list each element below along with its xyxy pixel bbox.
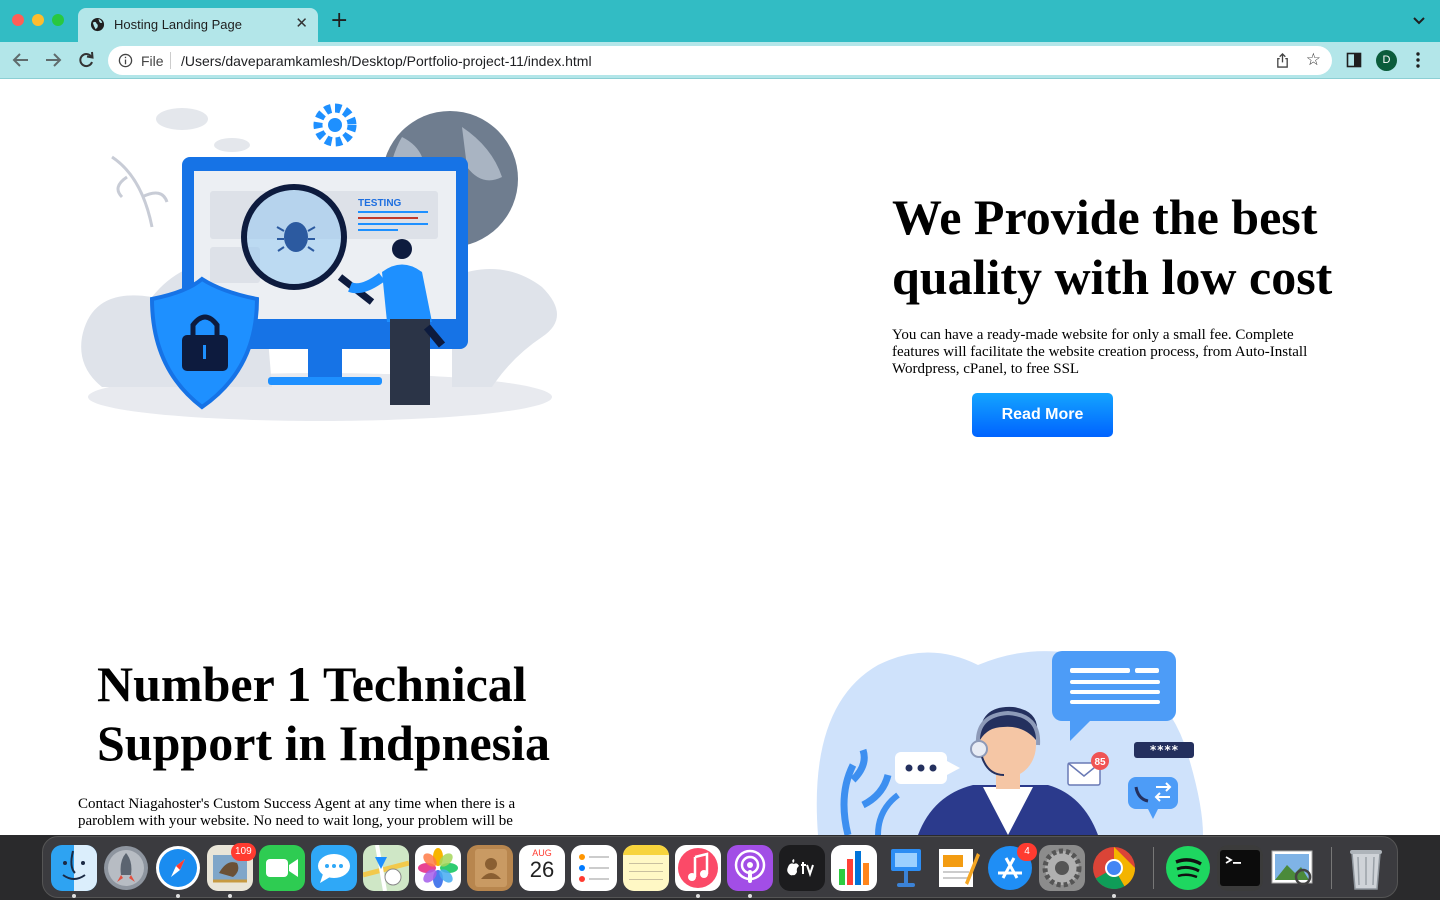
- calendar-icon[interactable]: AUG 26: [519, 845, 565, 891]
- hero-title: We Provide the best quality with low cos…: [892, 189, 1333, 305]
- facetime-icon[interactable]: [259, 845, 305, 891]
- address-scheme-label: File: [141, 53, 164, 69]
- tab-title: Hosting Landing Page: [114, 17, 242, 32]
- forward-arrow-icon[interactable]: [44, 51, 62, 69]
- reload-icon[interactable]: [77, 51, 95, 69]
- finder-icon[interactable]: [51, 845, 97, 891]
- app-store-badge: 4: [1017, 843, 1037, 861]
- preview-icon[interactable]: [1269, 845, 1315, 891]
- podcasts-running-indicator: [748, 894, 752, 898]
- finder-running-indicator: [72, 894, 76, 898]
- address-separator: [170, 52, 171, 69]
- launchpad-icon[interactable]: [103, 845, 149, 891]
- address-url[interactable]: /Users/daveparamkamlesh/Desktop/Portfoli…: [181, 53, 592, 69]
- address-bar[interactable]: File /Users/daveparamkamlesh/Desktop/Por…: [108, 46, 1332, 75]
- share-icon[interactable]: [1275, 53, 1290, 68]
- browser-tab[interactable]: Hosting Landing Page ✕: [78, 8, 318, 42]
- chrome-icon[interactable]: [1091, 845, 1137, 891]
- chevron-down-icon[interactable]: [1412, 14, 1426, 28]
- support-title: Number 1 Technical Support in Indpnesia: [97, 656, 551, 771]
- music-running-indicator: [696, 894, 700, 898]
- photos-icon[interactable]: [415, 845, 461, 891]
- messages-icon[interactable]: [311, 845, 357, 891]
- dock-separator: [1331, 847, 1332, 889]
- terminal-icon[interactable]: [1217, 845, 1263, 891]
- read-more-button[interactable]: Read More: [972, 393, 1113, 437]
- close-window-button[interactable]: [12, 14, 24, 26]
- minimize-window-button[interactable]: [32, 14, 44, 26]
- kebab-menu-icon[interactable]: [1412, 51, 1424, 69]
- testing-illustration: TESTING: [81, 103, 557, 421]
- password-mask: ****: [1150, 743, 1179, 757]
- safari-icon[interactable]: [155, 845, 201, 891]
- safari-running-indicator: [176, 894, 180, 898]
- podcasts-icon[interactable]: [727, 845, 773, 891]
- back-arrow-icon[interactable]: [12, 51, 30, 69]
- notification-count: 85: [1094, 757, 1106, 768]
- dock-separator: [1153, 847, 1154, 889]
- maximize-window-button[interactable]: [52, 14, 64, 26]
- browser-toolbar: File /Users/daveparamkamlesh/Desktop/Por…: [0, 42, 1440, 79]
- pages-icon[interactable]: [935, 845, 981, 891]
- mail-badge: 109: [231, 843, 256, 861]
- music-icon[interactable]: [675, 845, 721, 891]
- spotify-icon[interactable]: [1165, 845, 1211, 891]
- mail-running-indicator: [228, 894, 232, 898]
- calendar-day: 26: [529, 857, 555, 882]
- trash-icon[interactable]: [1343, 845, 1389, 891]
- info-icon[interactable]: [118, 53, 133, 68]
- star-icon[interactable]: ☆: [1306, 51, 1321, 69]
- notes-icon[interactable]: [623, 845, 669, 891]
- contacts-icon[interactable]: [467, 845, 513, 891]
- page-viewport: TESTING We Provide the best quality with…: [0, 79, 1440, 835]
- keynote-icon[interactable]: [883, 845, 929, 891]
- support-agent-illustration: 85 ****: [816, 651, 1203, 835]
- close-tab-icon[interactable]: ✕: [295, 14, 308, 32]
- macos-dock: 109 AUG 26 4: [42, 836, 1398, 898]
- apple-tv-icon[interactable]: [779, 845, 825, 891]
- avatar[interactable]: D: [1376, 50, 1397, 71]
- reminders-icon[interactable]: [571, 845, 617, 891]
- side-panel-icon[interactable]: [1346, 52, 1362, 68]
- globe-icon: [90, 17, 105, 32]
- testing-label: TESTING: [358, 198, 402, 209]
- maps-icon[interactable]: [363, 845, 409, 891]
- system-preferences-icon[interactable]: [1039, 845, 1085, 891]
- new-tab-button[interactable]: +: [330, 10, 348, 32]
- browser-tab-bar: Hosting Landing Page ✕ +: [0, 0, 1440, 42]
- support-description: Contact Niagahoster's Custom Success Age…: [78, 796, 516, 829]
- numbers-icon[interactable]: [831, 845, 877, 891]
- hero-description: You can have a ready-made website for on…: [892, 327, 1308, 377]
- chrome-running-indicator: [1112, 894, 1116, 898]
